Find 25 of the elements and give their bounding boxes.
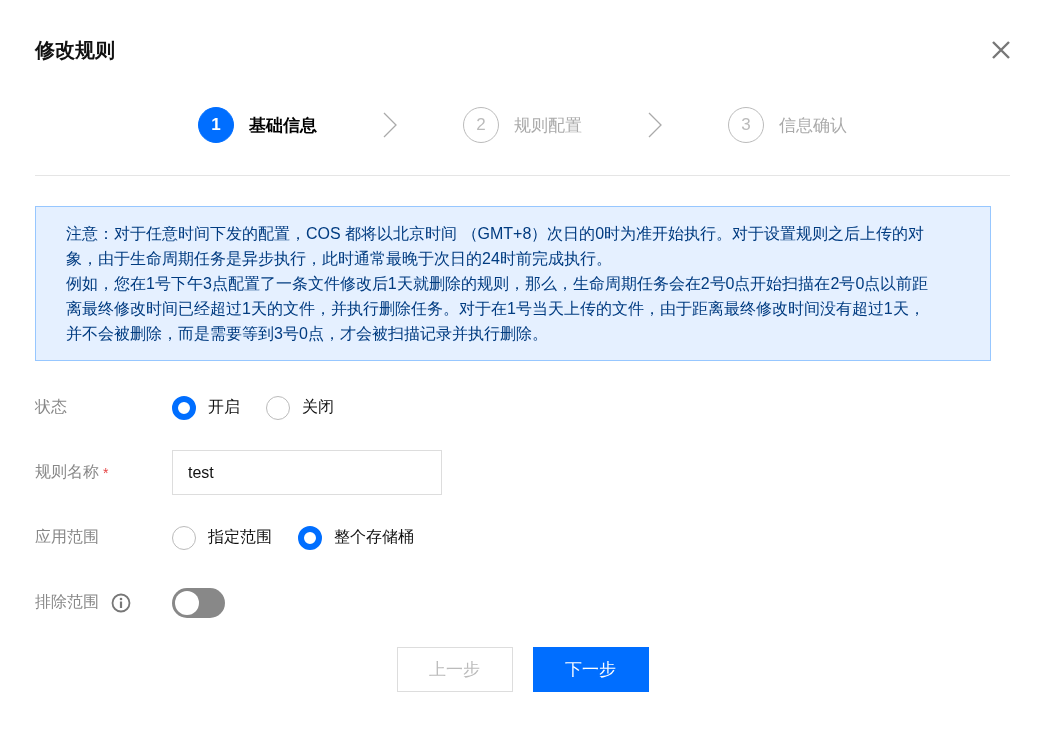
step-button[interactable]: 下一步: [532, 647, 649, 692]
notice-text: 例如，您在1号下午3点配置了一条文件修改后1天就删除的规则，那么，生命周期任务会在2号0点开始扫描在2号0点以前距离最终修改时间已经超过1天的文件，并执行删除任务。对于在1号当天上传的文件，由于距离最终修改时间没有超过1天，并不会被删除，而是需要等到3号0点，才会被扫描记录并执行删除。: [66, 274, 930, 344]
radio-label[interactable]: 开启: [208, 397, 240, 418]
step-label: 规则配置: [514, 114, 582, 137]
field-label: 状态: [35, 397, 67, 417]
radio-button[interactable]: [298, 525, 322, 550]
chevron-icon: [648, 112, 662, 138]
info-icon[interactable]: [111, 592, 131, 613]
step-label: 信息确认: [779, 114, 847, 137]
toggle-switch[interactable]: [172, 587, 225, 618]
field-label: 排除范围: [35, 592, 99, 612]
chevron-icon: [383, 112, 397, 138]
step-number: 1: [198, 107, 234, 143]
step-label: 基础信息: [249, 114, 317, 137]
radio-button[interactable]: [172, 395, 196, 420]
required-mark: *: [103, 464, 109, 481]
radio-label[interactable]: 指定范围: [208, 527, 272, 548]
close-icon[interactable]: [992, 41, 1010, 59]
radio-label[interactable]: 关闭: [302, 397, 334, 418]
dialog-title: 修改规则: [35, 37, 115, 63]
notice-text: 注意：对于任意时间下发的配置，COS 都将以北京时间 （GMT+8）次日的0时为准开始执行。对于设置规则之后上传的对象，由于生命周期任务是异步执行，此时通常最晚于次日的24时前完成执行。: [66, 224, 926, 269]
field-label: 规则名称: [35, 462, 99, 482]
radio-label[interactable]: 整个存储桶: [334, 527, 414, 548]
field-label: 应用范围: [35, 527, 99, 547]
input-field[interactable]: test: [172, 450, 442, 495]
